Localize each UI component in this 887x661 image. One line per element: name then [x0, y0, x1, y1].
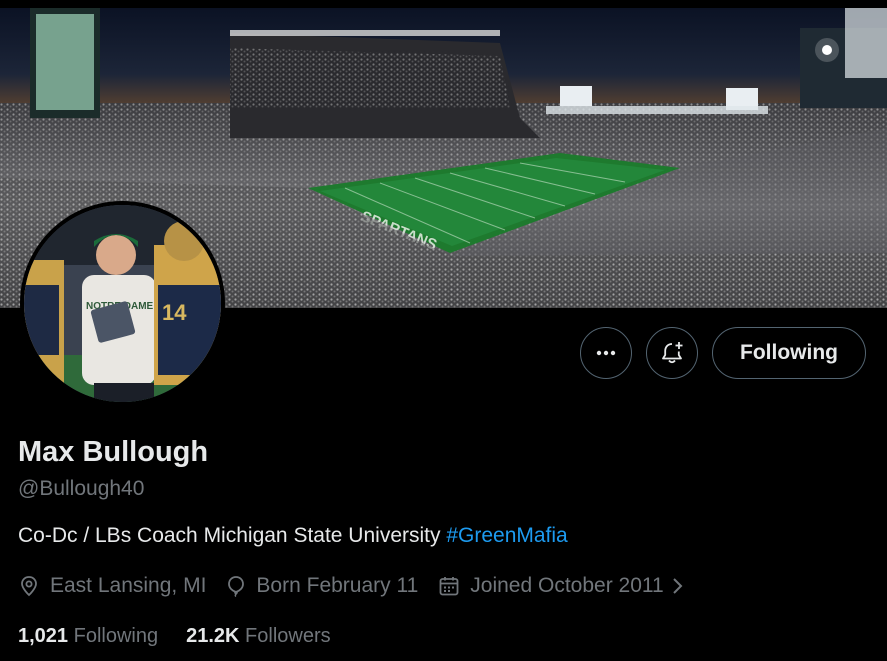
birthday-text: Born February 11 [256, 574, 419, 597]
balloon-icon [228, 576, 245, 597]
avatar-photo: NOTRE DAME 14 [24, 205, 221, 402]
bell-plus-icon [662, 342, 683, 364]
followers-label: Followers [245, 625, 331, 647]
following-label: Following [73, 625, 159, 647]
more-options-button[interactable] [580, 327, 632, 379]
more-icon [596, 350, 616, 356]
location-item: East Lansing, MI [18, 574, 206, 598]
chevron-right-icon[interactable] [670, 576, 684, 596]
profile-meta: East Lansing, MI Born February 11 Joined… [18, 573, 684, 599]
joined-item[interactable]: Joined October 2011 [438, 574, 664, 598]
followers-count: 21.2K [186, 625, 240, 647]
following-count-link[interactable]: 1,021 Following [18, 625, 158, 648]
birthday-item: Born February 11 [226, 574, 418, 598]
location-pin-icon [21, 576, 37, 597]
profile-stats: 1,021 Following 21.2K Followers [18, 625, 359, 648]
profile-bio: Co-Dc / LBs Coach Michigan State Univers… [18, 524, 568, 548]
svg-text:14: 14 [162, 300, 187, 325]
following-count: 1,021 [18, 625, 69, 647]
bio-text: Co-Dc / LBs Coach Michigan State Univers… [18, 524, 447, 547]
bio-hashtag-link[interactable]: #GreenMafia [446, 524, 567, 547]
profile-name: Max Bullough [18, 436, 209, 468]
profile-handle: @Bullough40 [18, 477, 145, 500]
notifications-button[interactable] [646, 327, 698, 379]
calendar-icon [439, 577, 459, 596]
following-button[interactable]: Following [712, 327, 866, 379]
location-text: East Lansing, MI [50, 574, 207, 597]
profile-avatar[interactable]: NOTRE DAME 14 [20, 201, 225, 406]
followers-count-link[interactable]: 21.2K Followers [186, 625, 331, 648]
joined-text: Joined October 2011 [470, 574, 664, 597]
